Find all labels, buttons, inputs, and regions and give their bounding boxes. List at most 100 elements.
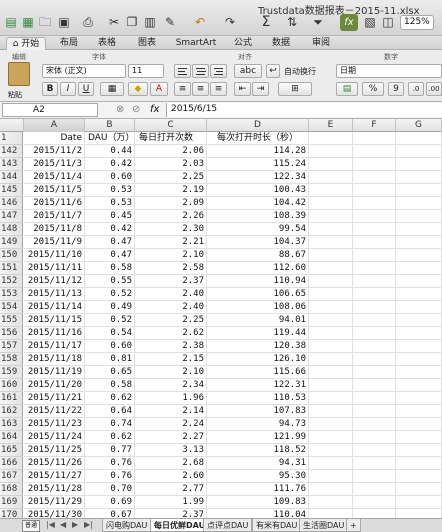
cell-empty[interactable] xyxy=(309,496,353,509)
toolbox-icon[interactable]: ▧ xyxy=(362,14,378,30)
row-header[interactable]: 142 xyxy=(0,145,23,158)
cell-empty[interactable] xyxy=(309,431,353,444)
decrease-decimal-icon[interactable]: .00 xyxy=(426,82,442,96)
open-folder-icon[interactable]: 🗀 xyxy=(37,14,53,30)
cell-date[interactable]: 2015/11/9 xyxy=(24,236,85,249)
cell-empty[interactable] xyxy=(309,223,353,236)
cell-empty[interactable] xyxy=(353,262,396,275)
cell-empty[interactable] xyxy=(353,132,396,145)
header-cell-dau[interactable]: DAU（万） xyxy=(85,132,135,145)
cell-duration[interactable]: 109.83 xyxy=(207,496,309,509)
cell-empty[interactable] xyxy=(396,379,442,392)
formula-builder-icon[interactable]: fx xyxy=(340,14,358,31)
row-header[interactable]: 170 xyxy=(0,509,23,518)
cell-empty[interactable] xyxy=(353,210,396,223)
cell-empty[interactable] xyxy=(353,470,396,483)
cell-dau[interactable]: 0.49 xyxy=(85,301,135,314)
row-header[interactable]: 165 xyxy=(0,444,23,457)
sheet-tab[interactable]: 点评点DAU xyxy=(203,519,253,532)
row-header[interactable]: 168 xyxy=(0,483,23,496)
cell-dau[interactable]: 0.58 xyxy=(85,379,135,392)
row-header[interactable]: 167 xyxy=(0,470,23,483)
add-sheet-button[interactable]: + xyxy=(346,519,361,532)
tab-charts[interactable]: 图表 xyxy=(132,37,162,50)
cell-empty[interactable] xyxy=(309,327,353,340)
cell-empty[interactable] xyxy=(353,184,396,197)
cell-dau[interactable]: 0.53 xyxy=(85,197,135,210)
header-cell-opens[interactable]: 每日打开次数 xyxy=(135,132,207,145)
cell-duration[interactable]: 126.10 xyxy=(207,353,309,366)
column-header-f[interactable]: F xyxy=(353,119,396,132)
cell-date[interactable]: 2015/11/19 xyxy=(24,366,85,379)
cell-empty[interactable] xyxy=(309,275,353,288)
zoom-select[interactable]: 125% xyxy=(400,15,434,30)
cell-duration[interactable]: 118.52 xyxy=(207,444,309,457)
cell-duration[interactable]: 108.06 xyxy=(207,301,309,314)
border-button[interactable]: ▦ xyxy=(100,82,124,96)
cell-opens[interactable]: 2.40 xyxy=(135,301,207,314)
cell-duration[interactable]: 110.04 xyxy=(207,509,309,518)
row-header[interactable]: 156 xyxy=(0,327,23,340)
cancel-icon[interactable]: ⊗ xyxy=(116,104,124,115)
cell-empty[interactable] xyxy=(353,483,396,496)
cell-duration[interactable]: 115.24 xyxy=(207,158,309,171)
row-header[interactable]: 166 xyxy=(0,457,23,470)
cell-dau[interactable]: 0.52 xyxy=(85,288,135,301)
cell-opens[interactable]: 3.13 xyxy=(135,444,207,457)
column-header-d[interactable]: D xyxy=(207,119,309,132)
cell-dau[interactable]: 0.60 xyxy=(85,340,135,353)
cell-duration[interactable]: 104.37 xyxy=(207,236,309,249)
font-size-select[interactable]: 11 xyxy=(128,64,164,78)
cell-empty[interactable] xyxy=(309,262,353,275)
indent-decrease-icon[interactable]: ⇤ xyxy=(234,82,251,96)
cell-date[interactable]: 2015/11/10 xyxy=(24,249,85,262)
increase-decimal-icon[interactable]: .0 xyxy=(408,82,424,96)
align-right-bottom-icon[interactable]: ≡ xyxy=(210,82,227,96)
cell-duration[interactable]: 114.28 xyxy=(207,145,309,158)
bold-button[interactable]: B xyxy=(42,82,58,96)
wrap-icon[interactable]: ↩ xyxy=(266,64,280,78)
wrap-text-button[interactable]: abc xyxy=(234,64,262,78)
row-header[interactable]: 164 xyxy=(0,431,23,444)
cell-empty[interactable] xyxy=(396,483,442,496)
cell-empty[interactable] xyxy=(353,496,396,509)
cell-duration[interactable]: 115.66 xyxy=(207,366,309,379)
cell-dau[interactable]: 0.64 xyxy=(85,405,135,418)
cell-date[interactable]: 2015/11/22 xyxy=(24,405,85,418)
cell-empty[interactable] xyxy=(309,314,353,327)
cell-duration[interactable]: 121.99 xyxy=(207,431,309,444)
row-header[interactable]: 149 xyxy=(0,236,23,249)
align-right-icon[interactable] xyxy=(210,64,227,78)
cell-empty[interactable] xyxy=(353,457,396,470)
cell-opens[interactable]: 2.77 xyxy=(135,483,207,496)
cell-empty[interactable] xyxy=(353,327,396,340)
auto-wrap-label[interactable]: 自动换行 xyxy=(284,66,316,77)
cell-empty[interactable] xyxy=(309,340,353,353)
cell-empty[interactable] xyxy=(353,314,396,327)
cell-empty[interactable] xyxy=(309,210,353,223)
cell-empty[interactable] xyxy=(309,444,353,457)
cell-dau[interactable]: 0.77 xyxy=(85,444,135,457)
row-header[interactable]: 163 xyxy=(0,418,23,431)
indent-increase-icon[interactable]: ⇥ xyxy=(252,82,269,96)
align-left-bottom-icon[interactable]: ≡ xyxy=(174,82,191,96)
cell-dau[interactable]: 0.76 xyxy=(85,457,135,470)
cell-date[interactable]: 2015/11/27 xyxy=(24,470,85,483)
cell-duration[interactable]: 108.39 xyxy=(207,210,309,223)
cell-empty[interactable] xyxy=(396,405,442,418)
comma-button[interactable]: 9 xyxy=(388,82,404,96)
column-header-a[interactable]: A xyxy=(24,119,85,132)
cell-empty[interactable] xyxy=(396,470,442,483)
row-header[interactable]: 1 xyxy=(0,132,23,145)
sheet-tab[interactable]: 闪电购DAU xyxy=(102,519,152,532)
cell-empty[interactable] xyxy=(309,132,353,145)
cell-empty[interactable] xyxy=(309,418,353,431)
cell-date[interactable]: 2015/11/26 xyxy=(24,457,85,470)
normal-view-button[interactable]: 普通 xyxy=(22,520,40,532)
cell-dau[interactable]: 0.52 xyxy=(85,314,135,327)
cell-empty[interactable] xyxy=(396,340,442,353)
cell-empty[interactable] xyxy=(309,158,353,171)
row-header[interactable]: 157 xyxy=(0,340,23,353)
row-header[interactable]: 147 xyxy=(0,210,23,223)
cell-empty[interactable] xyxy=(309,470,353,483)
